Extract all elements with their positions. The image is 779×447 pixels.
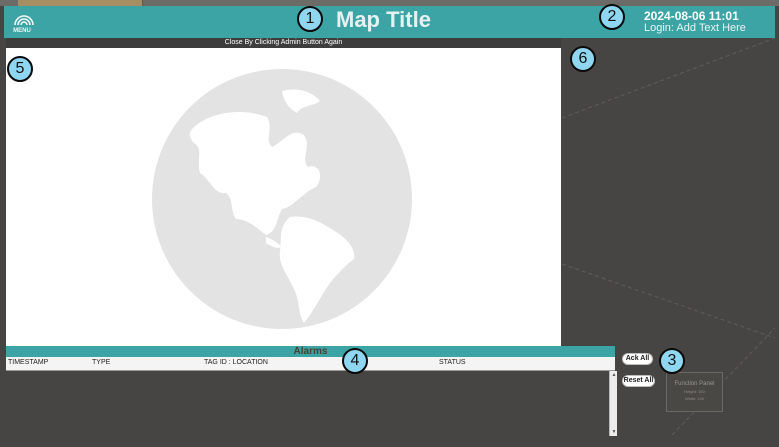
- alarms-panel: Alarms TIMESTAMP TYPE TAG ID : LOCATION …: [6, 346, 617, 437]
- admin-close-bar[interactable]: Close By Clicking Admin Button Again: [6, 38, 561, 48]
- callout-marker: 5: [7, 56, 33, 82]
- function-panel[interactable]: Function Panel Height: 100 Width: 100: [666, 372, 723, 412]
- menu-label: MENU: [13, 28, 31, 34]
- map-area[interactable]: [6, 48, 561, 346]
- alarms-list[interactable]: [6, 371, 609, 437]
- login-text: Login: Add Text Here: [644, 22, 746, 34]
- callout-marker: 1: [297, 6, 323, 32]
- column-header-tag-id[interactable]: TAG ID : LOCATION: [204, 359, 268, 366]
- callout-marker: 3: [659, 348, 685, 374]
- function-panel-height: Height: 100: [684, 389, 705, 394]
- scroll-down-icon[interactable]: ▼: [611, 429, 617, 435]
- callout-marker: 4: [342, 348, 368, 374]
- menu-button[interactable]: MENU: [8, 9, 38, 37]
- column-header-timestamp[interactable]: TIMESTAMP: [8, 359, 48, 366]
- globe-americas-icon: [152, 69, 412, 329]
- scroll-up-icon[interactable]: ▲: [611, 372, 617, 378]
- callout-marker: 6: [570, 46, 596, 72]
- ack-all-button[interactable]: Ack All: [622, 353, 653, 365]
- reset-all-button[interactable]: Reset All: [622, 375, 655, 387]
- column-header-status[interactable]: STATUS: [439, 359, 466, 366]
- function-panel-title: Function Panel: [674, 381, 715, 387]
- alarms-header-row: TIMESTAMP TYPE TAG ID : LOCATION STATUS: [6, 357, 615, 371]
- alarms-scrollbar[interactable]: ▲ ▼: [609, 371, 617, 436]
- header-bar: MENU Map Title 2024-08-06 11:01 Login: A…: [4, 6, 775, 38]
- alarms-title: Alarms: [6, 346, 615, 357]
- callout-marker: 2: [599, 4, 625, 30]
- function-panel-width: Width: 100: [684, 396, 705, 401]
- logo-arcs-icon: [14, 15, 34, 26]
- datetime-readout: 2024-08-06 11:01: [644, 9, 739, 23]
- column-header-type[interactable]: TYPE: [92, 359, 110, 366]
- page-title: Map Title: [336, 7, 431, 32]
